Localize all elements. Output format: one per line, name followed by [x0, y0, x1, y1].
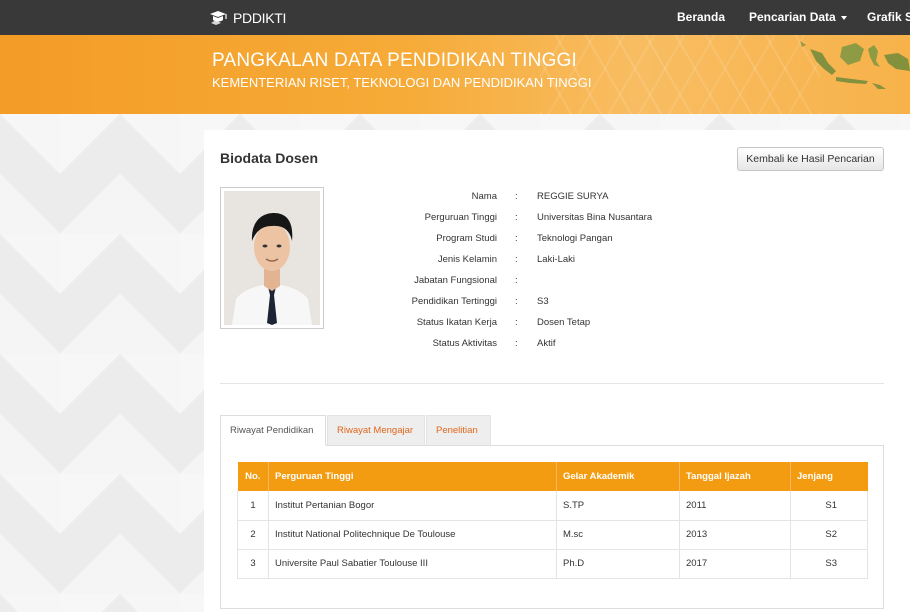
bio-separator: : [515, 338, 518, 349]
cell-tanggal-ijazah: 2017 [679, 549, 791, 579]
bio-separator: : [515, 317, 518, 328]
biodata-card: Biodata Dosen Kembali ke Hasil Pencarian… [204, 130, 910, 612]
cell-no: 2 [237, 520, 269, 550]
bio-value: Aktif [537, 338, 556, 349]
bio-value: Universitas Bina Nusantara [537, 212, 653, 223]
back-to-results-button[interactable]: Kembali ke Hasil Pencarian [737, 147, 884, 171]
bio-label: Pendidikan Tertinggi [411, 296, 497, 307]
bio-label: Jenis Kelamin [437, 254, 497, 265]
banner-title: PANGKALAN DATA PENDIDIKAN TINGGI [212, 50, 578, 71]
tab-penelitian[interactable]: Penelitian [426, 415, 491, 446]
cell-perguruan-tinggi: Institut Pertanian Bogor [268, 491, 557, 521]
column-header-no: No. [237, 462, 269, 491]
cell-tanggal-ijazah: 2013 [679, 520, 791, 550]
column-header-gelar-akademik: Gelar Akademik [556, 462, 680, 491]
bio-label: Status Aktivitas [432, 338, 497, 349]
chevron-down-icon [840, 15, 847, 20]
bio-value: Dosen Tetap [537, 317, 591, 328]
tab-riwayat-pendidikan[interactable]: Riwayat Pendidikan [220, 415, 326, 446]
header-banner: PANGKALAN DATA PENDIDIKAN TINGGI KEMENTE… [0, 35, 910, 114]
brand-logo[interactable]: PDDIKTI [209, 9, 286, 27]
column-header-tanggal-ijazah: Tanggal Ijazah [679, 462, 791, 491]
table-header-row: No. Perguruan Tinggi Gelar Akademik Tang… [237, 462, 868, 491]
column-header-perguruan-tinggi: Perguruan Tinggi [268, 462, 557, 491]
bio-value: Laki-Laki [537, 254, 576, 265]
pddikti-logo-icon [210, 11, 227, 25]
lecturer-photo [220, 187, 324, 329]
bio-label: Jabatan Fungsional [414, 275, 497, 286]
nav-pencarian-data-label: Pencarian Data [749, 10, 836, 24]
nav-pencarian-data[interactable]: Pencarian Data [749, 0, 847, 35]
table-row: 1 Institut Pertanian Bogor S.TP 2011 S1 [237, 491, 868, 521]
cell-gelar-akademik: M.sc [556, 520, 680, 550]
bio-separator: : [515, 275, 518, 286]
banner-subtitle: KEMENTERIAN RISET, TEKNOLOGI DAN PENDIDI… [212, 75, 592, 90]
bio-label: Status Ikatan Kerja [416, 317, 497, 328]
nav-grafik-statistik[interactable]: Grafik St [867, 0, 910, 35]
bio-separator: : [515, 191, 518, 202]
tab-riwayat-mengajar[interactable]: Riwayat Mengajar [327, 415, 425, 446]
top-navbar: PDDIKTI Beranda Pencarian Data Grafik St [0, 0, 910, 35]
cell-jenjang: S2 [790, 520, 868, 550]
bio-value: Teknologi Pangan [537, 233, 613, 244]
column-header-jenjang: Jenjang [790, 462, 868, 491]
cell-no: 1 [237, 491, 269, 521]
bio-value: S3 [537, 296, 549, 307]
bio-separator: : [515, 233, 518, 244]
cell-gelar-akademik: Ph.D [556, 549, 680, 579]
bio-value: REGGIE SURYA [537, 191, 609, 202]
table-row: 3 Universite Paul Sabatier Toulouse III … [237, 549, 868, 579]
nav-beranda[interactable]: Beranda [677, 0, 725, 35]
section-divider [220, 383, 884, 384]
bio-separator: : [515, 212, 518, 223]
cell-tanggal-ijazah: 2011 [679, 491, 791, 521]
bio-label: Perguruan Tinggi [424, 212, 497, 223]
cell-perguruan-tinggi: Universite Paul Sabatier Toulouse III [268, 549, 557, 579]
table-row: 2 Institut National Politechnique De Tou… [237, 520, 868, 550]
avatar [224, 191, 320, 325]
cell-perguruan-tinggi: Institut National Politechnique De Toulo… [268, 520, 557, 550]
education-history-table: No. Perguruan Tinggi Gelar Akademik Tang… [237, 462, 868, 579]
cell-jenjang: S3 [790, 549, 868, 579]
bio-label: Program Studi [436, 233, 497, 244]
cell-no: 3 [237, 549, 269, 579]
cell-jenjang: S1 [790, 491, 868, 521]
bio-label: Nama [471, 191, 497, 202]
bio-separator: : [515, 296, 518, 307]
tab-panel-riwayat-pendidikan: No. Perguruan Tinggi Gelar Akademik Tang… [220, 445, 884, 609]
page-title: Biodata Dosen [220, 150, 319, 166]
bio-separator: : [515, 254, 518, 265]
brand-text: PDDIKTI [233, 10, 287, 26]
cell-gelar-akademik: S.TP [556, 491, 680, 521]
indonesia-map-icon [800, 41, 910, 89]
